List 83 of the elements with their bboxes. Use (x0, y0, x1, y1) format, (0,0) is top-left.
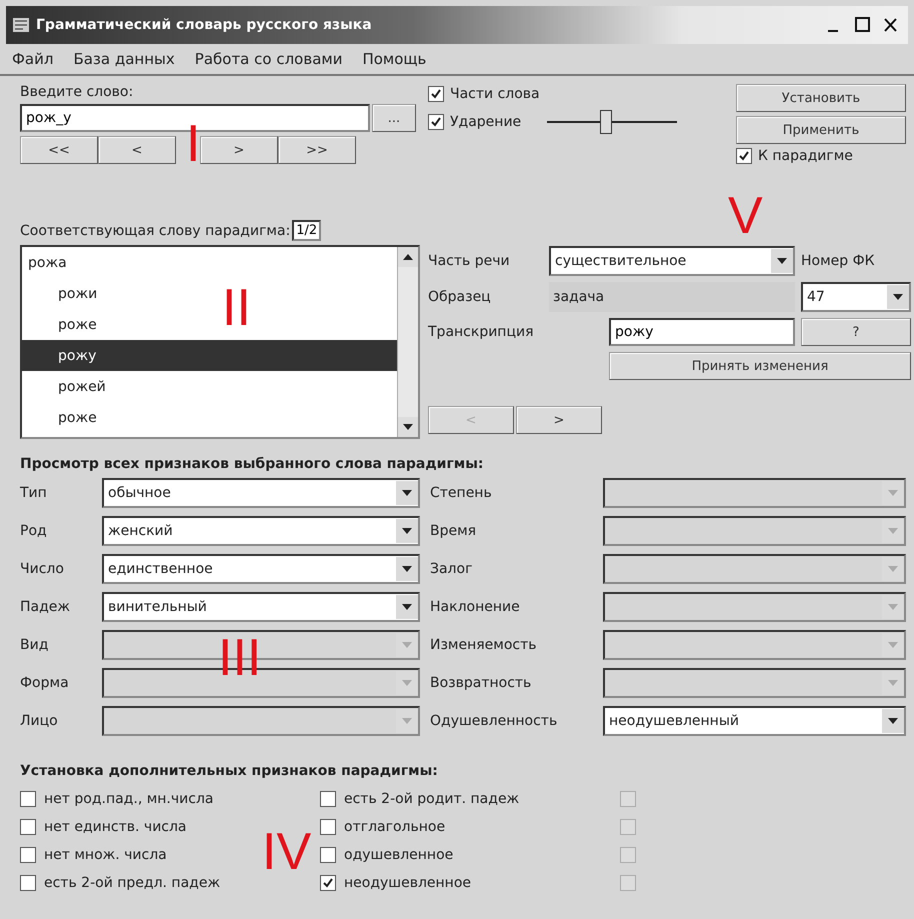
field-label: Вид (20, 637, 50, 653)
field-label: Образец (428, 289, 492, 305)
nav-button[interactable]: >> (278, 136, 356, 164)
scroll-up-icon[interactable] (398, 247, 418, 267)
nav-button[interactable]: > (516, 406, 602, 434)
checkbox-label: Части слова (450, 86, 540, 102)
field-label: Возвратность (429, 675, 532, 691)
field-label: Изменяемость (429, 637, 538, 653)
browse-button[interactable]: ... (372, 104, 416, 132)
nav-button[interactable]: < (98, 136, 176, 164)
paradigm-counter: 1/2 (292, 220, 322, 241)
field-label: Форма (20, 675, 70, 691)
field-label: Одушевленность (429, 713, 558, 729)
dropdown[interactable]: 47 (801, 282, 911, 312)
checkbox-label: есть 2-ой предл. падеж (44, 875, 220, 891)
paradigm-item[interactable]: рожи (22, 278, 104, 309)
accept-button[interactable]: Принять изменения (609, 352, 911, 380)
annotation-label: IV (262, 826, 312, 878)
field-label: Номер ФК (801, 253, 876, 269)
apply-button[interactable]: Применить (736, 116, 906, 144)
transcription-input[interactable]: рожу (609, 318, 795, 346)
dropdown[interactable]: женский (102, 516, 420, 546)
checkbox-label: К парадигме (758, 148, 853, 164)
checkbox[interactable] (320, 847, 336, 863)
paradigm-item[interactable]: рожу (22, 340, 397, 371)
dropdown[interactable]: единственное (102, 554, 420, 584)
checkbox-label: одушевленное (344, 847, 454, 863)
section-title: Установка дополнительных признаков парадигмы: (20, 763, 438, 779)
sample-value: задача (549, 282, 795, 312)
menu-item[interactable]: Работа со словами (194, 50, 342, 68)
window-title: Грамматический словарь русского языка (36, 17, 373, 33)
field-label: Время (429, 523, 478, 539)
field-label: Залог (429, 561, 474, 577)
checkbox[interactable] (320, 791, 336, 807)
field-label: Тип (20, 485, 48, 501)
word-label: Введите слово: (20, 84, 134, 100)
checkbox-label: есть 2-ой родит. падеж (344, 791, 520, 807)
menu-item[interactable]: Помощь (362, 50, 426, 68)
paradigm-item[interactable]: рожей (22, 371, 112, 402)
stress-slider[interactable] (547, 108, 678, 136)
checkbox-label: отглагольное (344, 819, 446, 835)
checkbox-label: нет род.пад., мн.числа (44, 791, 214, 807)
checkbox[interactable] (736, 148, 752, 164)
field-label: Лицо (20, 713, 59, 729)
field-label: Род (20, 523, 48, 539)
checkbox[interactable] (20, 791, 36, 807)
nav-button[interactable]: << (20, 136, 98, 164)
app-icon (12, 17, 30, 33)
checkbox-label: Ударение (450, 114, 522, 130)
section-title: Просмотр всех признаков выбранного слова парадигмы: (20, 456, 484, 472)
checkbox[interactable] (428, 86, 444, 102)
slider-thumb[interactable] (600, 110, 612, 134)
field-label: Падеж (20, 599, 72, 615)
paradigm-item[interactable]: роже (22, 309, 103, 340)
set-button[interactable]: Установить (736, 84, 906, 112)
field-label: Степень (429, 485, 493, 501)
annotation-label: V (728, 190, 763, 242)
checkbox[interactable] (20, 875, 36, 891)
paradigm-label: Соответствующая слову парадигма: (20, 222, 290, 238)
checkbox[interactable] (320, 819, 336, 835)
paradigm-item[interactable]: роже (22, 402, 103, 433)
dropdown[interactable]: винительный (102, 592, 420, 622)
scroll-down-icon[interactable] (398, 417, 418, 437)
dropdown[interactable]: обычное (102, 478, 420, 508)
dropdown[interactable]: неодушевленный (603, 706, 906, 736)
checkbox[interactable] (320, 875, 336, 891)
checkbox-label: неодушевленное (344, 875, 472, 891)
checkbox[interactable] (428, 114, 444, 130)
field-label: Наклонение (429, 599, 521, 615)
paradigm-item[interactable]: рожа (22, 247, 73, 278)
menu-item[interactable]: База данных (73, 50, 175, 68)
checkbox[interactable] (20, 847, 36, 863)
dropdown[interactable]: существительное (549, 246, 795, 276)
field-label: Число (20, 561, 65, 577)
annotation-label: II (222, 282, 251, 334)
checkbox-label: нет множ. числа (44, 847, 167, 863)
field-label: Транскрипция (428, 324, 535, 340)
nav-button[interactable]: > (200, 136, 278, 164)
field-label: Часть речи (428, 253, 511, 269)
checkbox-label: нет единств. числа (44, 819, 187, 835)
menu-item[interactable]: Файл (12, 50, 54, 68)
help-button[interactable]: ? (801, 318, 911, 346)
checkbox[interactable] (20, 819, 36, 835)
